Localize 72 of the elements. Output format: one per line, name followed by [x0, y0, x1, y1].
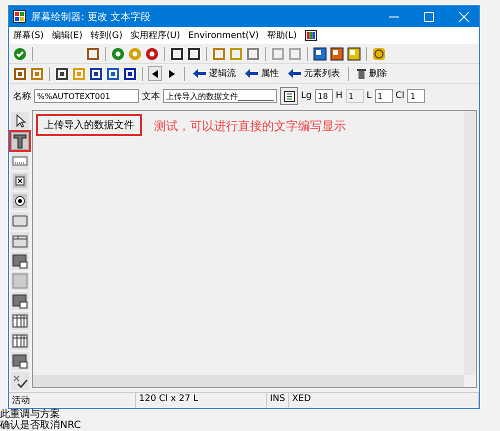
pointer-tool-button[interactable]: [11, 112, 29, 130]
toolbar-button[interactable]: 元素列表: [285, 67, 343, 80]
previous-button[interactable]: [148, 66, 162, 81]
screen-canvas[interactable]: 上传导入的数据文件 测试，可以进行直接的文字编写显示: [32, 110, 477, 388]
input-field[interactable]: 上传导入的数据文件_________: [163, 89, 277, 103]
color-icon[interactable]: [304, 30, 317, 41]
input-tool-button[interactable]: [11, 152, 29, 170]
field-label: 文本: [142, 90, 160, 102]
table-tool-button[interactable]: [11, 312, 29, 330]
left-arrow-icon: [288, 69, 301, 78]
subscreen-tool-button[interactable]: [11, 252, 29, 270]
menu-item[interactable]: Environment(V): [188, 30, 259, 40]
left-arrow-icon: [245, 69, 258, 78]
status-field: XED: [289, 393, 479, 408]
tabstrip-tool-button[interactable]: [11, 232, 29, 250]
maximize-icon: [424, 12, 434, 22]
text-options-button[interactable]: [280, 87, 298, 105]
list-icon: [284, 90, 294, 102]
trash-icon: [357, 68, 366, 79]
menu-item[interactable]: 编辑(E): [52, 29, 82, 42]
subscreen-tool-icon: [12, 253, 28, 269]
right-triangle-icon: [169, 70, 175, 78]
status-tool-button[interactable]: [11, 372, 29, 390]
background-text: 确认是否取消NRC: [0, 420, 81, 431]
box-tool-icon: [12, 273, 28, 289]
menu-item[interactable]: 帮助(L): [266, 29, 297, 42]
crossbox-tool-button[interactable]: [11, 172, 29, 190]
menu-item[interactable]: 转到(G): [90, 29, 122, 42]
field-label: 名称: [13, 90, 31, 102]
close-icon: [459, 12, 469, 22]
crossbox-tool-icon: [12, 173, 28, 189]
input-field[interactable]: 18: [314, 89, 333, 103]
left-arrow-icon: [193, 69, 206, 78]
status-tool-icon: [12, 373, 28, 389]
table2-tool-button[interactable]: [11, 332, 29, 350]
annotation-text: 测试，可以进行直接的文字编写显示: [154, 118, 346, 135]
vertical-scrollbar[interactable]: [464, 111, 476, 375]
table2-tool-icon: [12, 333, 28, 349]
tabstrip-tool-icon: [12, 233, 28, 249]
subscreen2-tool-button[interactable]: [11, 292, 29, 310]
check-icon[interactable]: [13, 46, 27, 60]
field-label: Lg: [301, 91, 312, 101]
toolbar-button[interactable]: 删除: [354, 67, 390, 80]
status-field: 120 Cl x 27 L: [136, 393, 267, 408]
left-triangle-icon: [152, 70, 158, 78]
subscreen2-tool-icon: [12, 293, 28, 309]
input-field[interactable]: 1: [374, 89, 393, 103]
custom-tool-button[interactable]: [11, 352, 29, 370]
window-title: 屏幕绘制器: 更改 文本字段: [31, 10, 151, 24]
field-label: Cl: [396, 91, 404, 101]
button-tool-button[interactable]: [11, 212, 29, 230]
status-field: INS: [267, 393, 290, 408]
field-label: L: [366, 91, 372, 101]
horizontal-scrollbar[interactable]: [33, 375, 464, 387]
text-tool-button[interactable]: [11, 132, 29, 150]
app-icon: [13, 10, 26, 23]
table-tool-icon: [12, 313, 28, 329]
menu-item[interactable]: 屏幕(S): [13, 29, 44, 42]
status-field: 活动: [9, 393, 136, 408]
menu-item[interactable]: 实用程序(U): [130, 29, 180, 42]
dotcircle-tool-icon: [12, 193, 28, 209]
toolbar-button[interactable]: 属性: [242, 67, 282, 80]
field-label: H: [336, 91, 343, 101]
input-field[interactable]: %%AUTOTEXT001: [34, 89, 139, 103]
button-tool-icon: [12, 213, 28, 229]
dotcircle-tool-button[interactable]: [11, 192, 29, 210]
custom-tool-icon: [12, 353, 28, 369]
input-field[interactable]: 1: [407, 89, 426, 103]
text-element[interactable]: 上传导入的数据文件: [36, 114, 142, 136]
background-text: 此重调与方案: [0, 409, 61, 420]
text-tool-icon: [12, 133, 28, 149]
toolbar-button[interactable]: 逻辑流: [190, 67, 239, 80]
